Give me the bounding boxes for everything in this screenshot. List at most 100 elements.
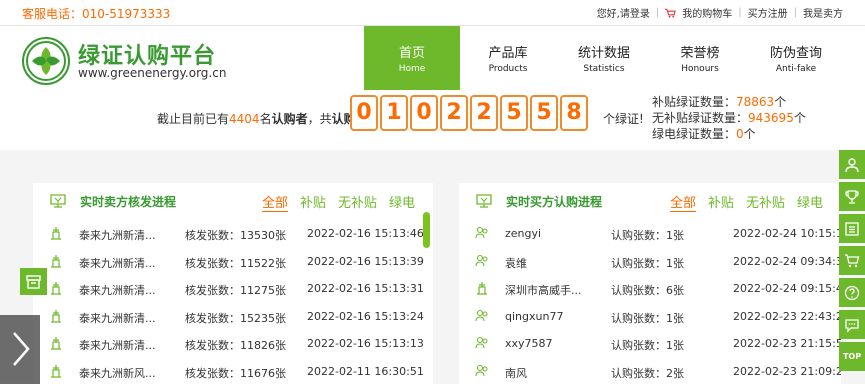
purchase-time: 2022-02-24 09:34:39 bbox=[733, 254, 841, 268]
stat-value: 0 bbox=[736, 127, 744, 141]
issued-count: 核发张数：13530张 bbox=[185, 229, 286, 242]
nav-anti-fake[interactable]: 防伪查询 Anti-fake bbox=[748, 26, 844, 90]
counter-text: 截止目前已有 bbox=[157, 112, 230, 126]
list-item[interactable]: 泰来九洲新清... 核发张数：11826张 2022-02-16 15:13:1… bbox=[33, 329, 433, 357]
nav-honours[interactable]: 荣誉榜 Honours bbox=[652, 26, 748, 90]
list-item[interactable]: xxy7587 认购张数：1张 2022-02-23 21:15:53 bbox=[459, 329, 841, 357]
divider: | bbox=[738, 7, 742, 18]
cart-link[interactable]: 我的购物车 bbox=[682, 5, 732, 20]
users-icon bbox=[475, 226, 488, 239]
user-icon bbox=[845, 157, 859, 172]
counter-prefix: 截止目前已有4404名认购者，共认购 bbox=[157, 110, 356, 127]
scrollbar[interactable] bbox=[423, 212, 430, 248]
counter-digit: 0 bbox=[350, 95, 378, 131]
list-item[interactable]: 泰来九洲新清... 核发张数：11522张 2022-02-16 15:13:3… bbox=[33, 247, 433, 275]
company-icon bbox=[51, 337, 61, 350]
list-item[interactable]: 袁维 认购张数：1张 2022-02-24 09:34:39 bbox=[459, 247, 841, 275]
side-cart-button[interactable] bbox=[839, 246, 865, 275]
users-icon bbox=[475, 309, 488, 321]
logo-icon[interactable] bbox=[22, 37, 70, 85]
stat-value: 78863 bbox=[736, 95, 775, 109]
list-item[interactable]: 深圳市高威手... 认购张数：6张 2022-02-24 09:15:43 bbox=[459, 274, 841, 302]
counter-text: 认购者 bbox=[271, 112, 308, 126]
nav-sublabel: Products bbox=[488, 64, 528, 74]
nav-home[interactable]: 首页 Home bbox=[364, 26, 460, 90]
counter-digit: 2 bbox=[470, 95, 498, 131]
archive-button[interactable] bbox=[20, 268, 47, 295]
tab-all[interactable]: 全部 bbox=[261, 192, 288, 212]
company-icon bbox=[51, 227, 61, 240]
stat-unit: 个 bbox=[743, 127, 756, 141]
purchase-count: 认购张数：1张 bbox=[611, 311, 684, 325]
divider: | bbox=[655, 7, 660, 18]
nav-label: 防伪查询 bbox=[769, 46, 822, 61]
cert-stats: 补贴绿证数量：78863个 无补贴绿证数量：943695个 绿电绿证数量：0个 bbox=[652, 94, 806, 142]
tab-green-power[interactable]: 绿电 bbox=[797, 192, 823, 212]
seller-link[interactable]: 我是卖方 bbox=[803, 5, 843, 20]
counter-text: ，共 bbox=[307, 112, 332, 126]
trophy-icon bbox=[845, 189, 859, 204]
counter-digit: 5 bbox=[530, 95, 558, 131]
header: 绿证认购平台 www.greenenergy.org.cn 首页 Home 产品… bbox=[0, 26, 865, 90]
purchase-time: 2022-02-24 09:15:43 bbox=[733, 282, 841, 295]
purchase-count: 认购张数：2张 bbox=[611, 366, 684, 380]
list-item[interactable]: 泰来九洲新风... 核发张数：11676张 2022-02-11 16:30:5… bbox=[33, 357, 433, 384]
company-icon bbox=[51, 364, 61, 378]
back-to-top-button[interactable]: TOP bbox=[839, 342, 865, 371]
stat-label: 补贴绿证数量： bbox=[652, 95, 737, 109]
issued-time: 2022-02-16 15:13:46 bbox=[307, 227, 424, 240]
panel-title: 实时卖方核发进程 bbox=[80, 195, 177, 209]
side-list-button[interactable] bbox=[839, 214, 865, 243]
seller-name: 泰来九洲新风... bbox=[79, 366, 156, 380]
list-item[interactable]: zengyi 认购张数：1张 2022-02-24 10:15:14 bbox=[459, 219, 841, 247]
buyer-count: 4404 bbox=[229, 112, 260, 126]
side-toolbar: TOP bbox=[839, 150, 865, 371]
purchase-count: 认购张数：6张 bbox=[611, 284, 684, 297]
counter-digit: 8 bbox=[560, 95, 588, 131]
counter-digit: 0 bbox=[410, 95, 438, 131]
tab-all[interactable]: 全部 bbox=[669, 192, 696, 212]
tab-no-subsidy[interactable]: 无补贴 bbox=[338, 192, 377, 212]
certificate-icon bbox=[50, 194, 66, 208]
nav-sublabel: Honours bbox=[681, 64, 719, 74]
list-item[interactable]: 南风 认购张数：2张 2022-02-23 21:09:21 bbox=[459, 357, 841, 384]
nav-label: 产品库 bbox=[488, 46, 528, 61]
login-link[interactable]: 您好,请登录 bbox=[597, 5, 650, 20]
top-bar: 客服电话：010-51973333 您好,请登录 | 我的购物车 | 买方注册 … bbox=[0, 0, 865, 26]
panel-header: 实时买方认购进程 全部 补贴 无补贴 绿电 bbox=[459, 183, 841, 219]
list-item[interactable]: 泰来九洲新清... 核发张数：11275张 2022-02-16 15:13:3… bbox=[33, 274, 433, 302]
side-trophy-button[interactable] bbox=[839, 182, 865, 211]
tab-subsidy[interactable]: 补贴 bbox=[708, 192, 734, 212]
purchase-time: 2022-02-23 22:43:22 bbox=[733, 309, 841, 323]
cart-icon[interactable] bbox=[665, 8, 677, 18]
tab-subsidy[interactable]: 补贴 bbox=[300, 192, 326, 212]
panel-tabs: 全部 补贴 无补贴 绿电 bbox=[261, 192, 415, 212]
archive-icon bbox=[26, 275, 41, 289]
list-item[interactable]: 泰来九洲新清... 核发张数：13530张 2022-02-16 15:13:4… bbox=[33, 219, 433, 247]
buyer-register-link[interactable]: 买方注册 bbox=[748, 5, 788, 20]
issued-time: 2022-02-16 15:13:39 bbox=[307, 254, 424, 268]
nav-products[interactable]: 产品库 Products bbox=[460, 26, 556, 90]
seller-name: 泰来九洲新清... bbox=[79, 256, 156, 270]
divider: | bbox=[793, 7, 797, 18]
company-icon bbox=[51, 309, 61, 323]
tab-no-subsidy[interactable]: 无补贴 bbox=[746, 192, 785, 212]
carousel-next-button[interactable] bbox=[0, 315, 40, 384]
seller-name: 泰来九洲新清... bbox=[79, 311, 156, 325]
tab-green-power[interactable]: 绿电 bbox=[389, 192, 415, 212]
issued-count: 核发张数：11275张 bbox=[185, 284, 286, 297]
counter-suffix: 个绿证! bbox=[603, 112, 644, 126]
side-user-button[interactable] bbox=[839, 150, 865, 179]
nav-statistics[interactable]: 统计数据 Statistics bbox=[556, 26, 652, 90]
side-chat-button[interactable] bbox=[839, 310, 865, 339]
side-help-button[interactable] bbox=[839, 278, 865, 307]
company-icon bbox=[51, 254, 61, 268]
nav-sublabel: Anti-fake bbox=[775, 64, 817, 74]
chat-icon bbox=[845, 318, 859, 333]
seller-name: 泰来九洲新清... bbox=[79, 339, 156, 352]
buyer-name: zengyi bbox=[505, 227, 542, 240]
list-item[interactable]: 泰来九洲新清... 核发张数：15235张 2022-02-16 15:13:2… bbox=[33, 302, 433, 330]
purchase-count: 认购张数：1张 bbox=[611, 256, 684, 270]
list-item[interactable]: qingxun77 认购张数：1张 2022-02-23 22:43:22 bbox=[459, 302, 841, 330]
purchase-time: 2022-02-23 21:15:53 bbox=[733, 337, 841, 350]
